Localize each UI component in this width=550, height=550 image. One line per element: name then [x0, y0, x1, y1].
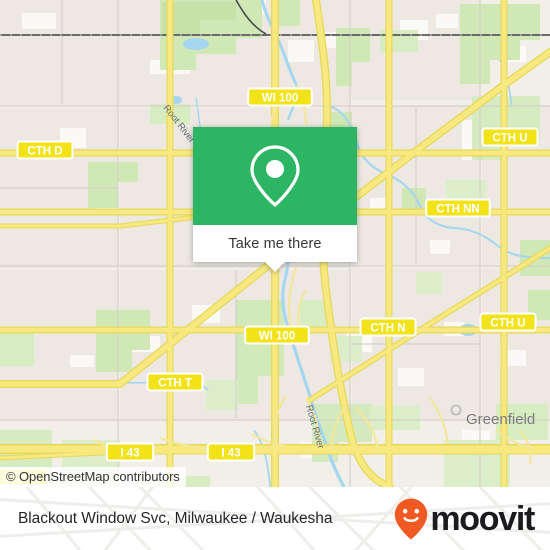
- moovit-wordmark: moovit: [430, 499, 535, 538]
- svg-text:CTH U: CTH U: [490, 317, 525, 329]
- footer-bar: Blackout Window Svc, Milwaukee / Waukesh…: [0, 487, 550, 550]
- moovit-logo: moovit: [393, 497, 535, 541]
- svg-text:CTH D: CTH D: [27, 145, 62, 157]
- highway-shield: CTH T: [146, 372, 204, 392]
- highway-shield: WI 100: [247, 87, 313, 107]
- highway-shield: WI 100: [244, 325, 310, 345]
- svg-text:CTH N: CTH N: [370, 322, 405, 334]
- highway-shield: CTH D: [16, 140, 74, 160]
- svg-text:I 43: I 43: [221, 447, 240, 459]
- location-popup-card[interactable]: Take me there: [193, 127, 357, 272]
- take-me-there-label: Take me there: [228, 235, 322, 252]
- osm-attribution[interactable]: © OpenStreetMap contributors: [0, 467, 186, 487]
- map-preview-card: Greenfield Root River Root River WI 100 C…: [0, 0, 550, 550]
- highway-shield: CTH N: [359, 317, 417, 337]
- highway-shield: CTH NN: [425, 198, 491, 218]
- highway-shield: I 43: [206, 442, 256, 462]
- highway-shield: CTH U: [479, 312, 537, 332]
- svg-text:CTH NN: CTH NN: [436, 203, 479, 215]
- popup-header: [193, 127, 357, 225]
- map-pin-icon: [250, 145, 300, 207]
- moovit-smiley-pin-icon: [395, 498, 428, 539]
- svg-text:I 43: I 43: [120, 447, 139, 459]
- map-canvas[interactable]: Greenfield Root River Root River WI 100 C…: [0, 0, 550, 487]
- svg-text:CTH T: CTH T: [158, 377, 192, 389]
- svg-text:CTH U: CTH U: [492, 132, 527, 144]
- svg-text:WI 100: WI 100: [262, 92, 298, 104]
- place-title: Blackout Window Svc, Milwaukee / Waukesh…: [18, 509, 333, 527]
- highway-shield: CTH U: [481, 127, 539, 147]
- svg-text:WI 100: WI 100: [259, 330, 295, 342]
- popup-footer[interactable]: Take me there: [193, 225, 357, 262]
- popup-pointer-tail: [264, 261, 286, 272]
- highway-shield: I 43: [105, 442, 155, 462]
